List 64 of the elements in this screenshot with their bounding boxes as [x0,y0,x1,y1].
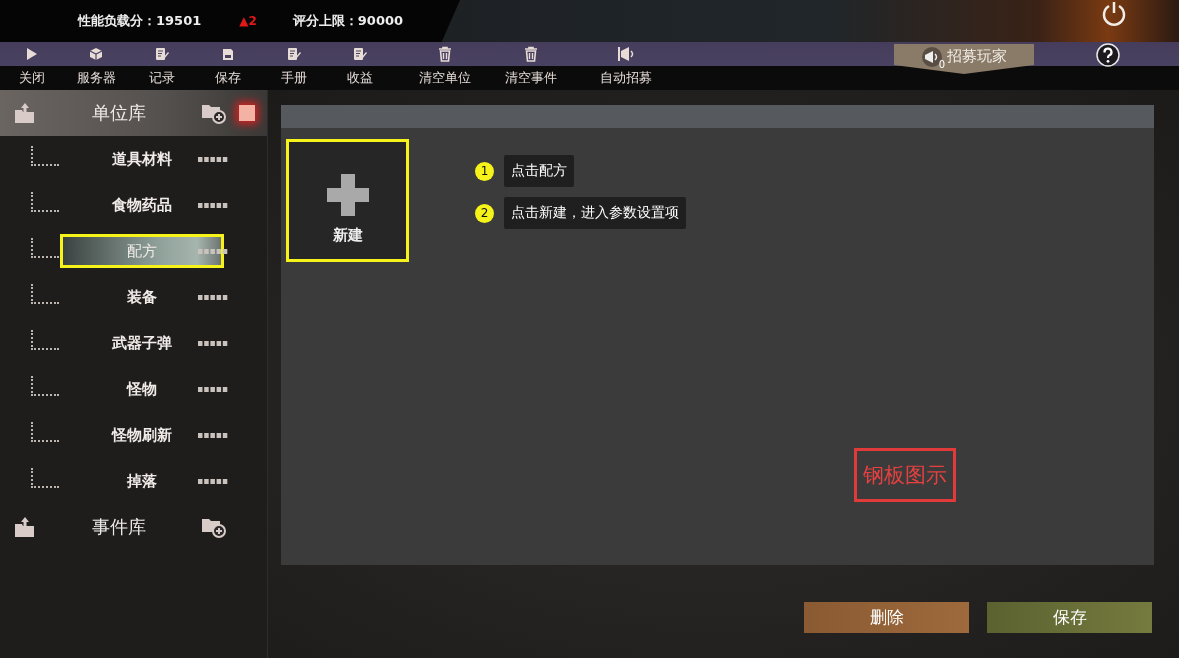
drag-handle-icon[interactable] [198,249,228,254]
alert-count: ▲2 [239,14,257,28]
tree-connector [31,192,59,212]
save-button[interactable]: 保存 [987,602,1152,633]
group-header[interactable]: 单位库 [0,90,267,136]
toolbar-button[interactable]: 服务器 [63,42,129,90]
tree-connector [31,330,59,350]
drag-handle-icon[interactable] [198,387,228,392]
stat-text: 性能负载分：19501 [78,12,202,30]
drag-handle-icon[interactable] [198,341,228,346]
drag-handle-icon[interactable] [198,479,228,484]
group-title: 事件库 [90,515,147,539]
toolbar-button[interactable]: 清空事件 [497,42,565,90]
cube-icon [89,47,103,61]
edit-icon [155,47,169,61]
new-tile[interactable]: 新建 [286,139,409,262]
drag-handle-icon[interactable] [198,157,228,162]
sidebar-item[interactable]: 装备 [60,280,224,314]
sidebar-item[interactable]: 怪物 [60,372,224,406]
group-title: 单位库 [90,101,147,125]
folder-upload-icon[interactable] [14,516,36,538]
trash-icon [523,46,539,62]
play-icon [25,47,38,61]
sidebar-item[interactable]: 武器子弹 [60,326,224,360]
tree-connector [31,468,59,488]
megaphone-icon [921,46,943,67]
save-icon [222,47,234,61]
callout-text: 点击配方 [504,155,574,187]
callout-text: 点击新建，进入参数设置项 [504,197,686,229]
group-header[interactable]: 事件库 [0,504,267,550]
toolbar-button[interactable]: 收益 [327,42,393,90]
toolbar-button[interactable]: 清空单位 [393,42,497,90]
trash-icon [437,46,453,62]
sidebar-item[interactable]: 道具材料 [60,142,224,176]
status-indicator [239,105,255,121]
stat-text: 评分上限：90000 [292,12,404,30]
folder-add-icon[interactable] [201,102,227,124]
folder-add-icon[interactable] [201,516,227,538]
tree-connector [31,376,59,396]
toolbar-button[interactable]: 关闭 [0,42,63,90]
drag-handle-icon[interactable] [198,433,228,438]
tree-connector [31,284,59,304]
delete-button[interactable]: 删除 [804,602,969,633]
sidebar-item[interactable]: 食物药品 [60,188,224,222]
annotation-label: 钢板图示 [854,448,956,502]
edit-icon [353,47,367,61]
tree-connector [31,146,59,166]
plus-icon [326,174,369,216]
drag-handle-icon[interactable] [198,203,228,208]
step-number: 2 [475,203,494,223]
help-icon[interactable] [1096,43,1120,67]
badge-count: 0 [938,58,945,70]
toolbar-button[interactable]: 保存 [195,42,261,90]
edit-icon [287,47,301,61]
tree-connector [31,422,59,442]
toolbar-button[interactable]: 手册 [261,42,327,90]
sidebar-item[interactable]: 怪物刷新 [60,418,224,452]
drag-handle-icon[interactable] [198,295,228,300]
power-icon[interactable] [1100,0,1128,28]
step-number: 1 [475,161,494,181]
megaphone-icon [617,46,635,62]
sidebar-item[interactable]: 掉落 [60,464,224,498]
toolbar-button[interactable]: 记录 [129,42,195,90]
toolbar-button[interactable]: 自动招募 [565,42,687,90]
